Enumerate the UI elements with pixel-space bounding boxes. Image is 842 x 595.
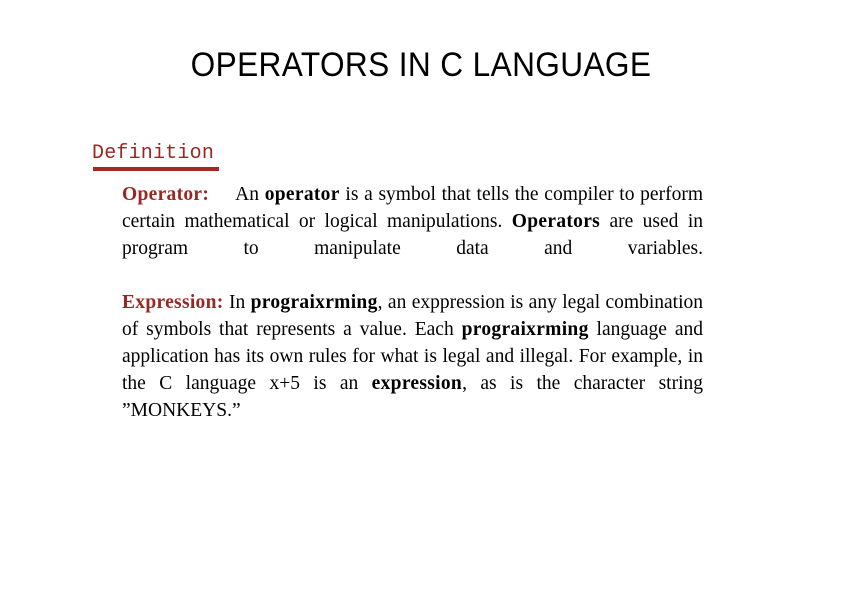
operator-text-1: An [235,184,265,205]
definition-underline [93,167,219,171]
expression-emphasis-1: prograixrming [250,292,378,313]
expression-text-1: In [223,292,251,313]
expression-lead-label: Expression: [122,292,224,313]
slide-canvas: OPERATORS IN C LANGUAGE Definition Opera… [0,0,842,595]
definition-heading: Definition [92,142,215,165]
body-text-block: Operator: An operator is a symbol that te… [122,181,703,451]
expression-emphasis-2: prograixrming [461,319,589,340]
expression-paragraph: Expression: In prograixrming, an exppres… [122,289,703,451]
operator-paragraph: Operator: An operator is a symbol that te… [122,181,703,289]
operator-lead-label: Operator: [122,184,210,205]
page-title: OPERATORS IN C LANGUAGE [190,46,652,84]
operator-emphasis-2: Operators [511,211,601,232]
operator-emphasis-1: operator [264,184,340,205]
expression-emphasis-3: expression [371,373,463,394]
